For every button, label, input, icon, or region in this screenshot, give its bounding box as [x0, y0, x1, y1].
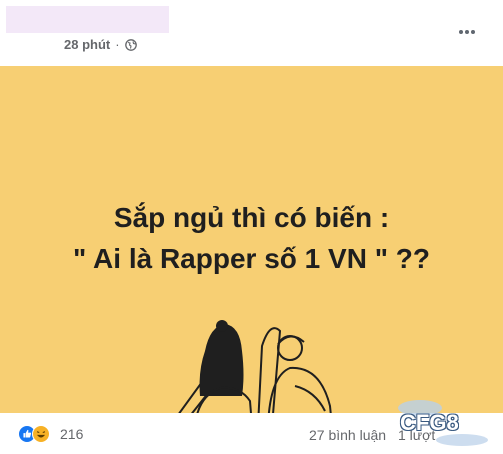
image-text-line-2: " Ai là Rapper số 1 VN " ?? — [73, 243, 430, 274]
more-options-button[interactable] — [455, 22, 479, 42]
reaction-icons — [18, 425, 54, 443]
haha-icon — [32, 425, 50, 443]
more-dots-icon — [459, 30, 475, 34]
globe-icon[interactable] — [124, 38, 137, 51]
post-meta: 28 phút · — [64, 37, 137, 52]
couple-illustration — [178, 320, 332, 413]
reaction-count: 216 — [60, 426, 84, 442]
meta-separator: · — [115, 37, 120, 52]
author-name-redacted[interactable] — [6, 6, 169, 33]
watermark-logo: CFG8 — [392, 390, 492, 448]
post-time[interactable]: 28 phút — [64, 37, 110, 52]
watermark-text: CFG8 — [400, 410, 459, 435]
reactions-summary[interactable]: 216 — [18, 425, 83, 443]
post-image[interactable]: Sắp ngủ thì có biến : " Ai là Rapper số … — [0, 66, 503, 413]
image-text-line-1: Sắp ngủ thì có biến : — [113, 202, 390, 233]
comments-count-link[interactable]: 27 bình luận — [309, 427, 386, 443]
post-header: 28 phút · — [6, 6, 169, 54]
post-card: 28 phút · Sắp ngủ thì có biến : " Ai là … — [0, 0, 503, 454]
